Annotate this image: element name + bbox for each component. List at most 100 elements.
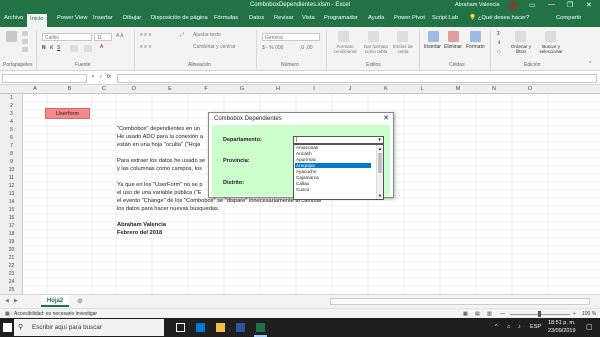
- scroll-down-icon[interactable]: ▼: [378, 193, 382, 198]
- add-sheet-icon[interactable]: ⊕: [77, 297, 83, 305]
- horizontal-scrollbar[interactable]: [330, 298, 590, 305]
- tab-revisar[interactable]: Revisar: [274, 15, 294, 21]
- row-header[interactable]: 18: [0, 231, 23, 237]
- fx-icon[interactable]: fx: [107, 74, 111, 80]
- normal-view-icon[interactable]: ▦: [463, 311, 468, 317]
- font-color-icon[interactable]: A: [100, 44, 103, 50]
- row-header[interactable]: 6: [0, 135, 23, 141]
- tray-chevron-icon[interactable]: ^: [495, 324, 498, 330]
- row-header[interactable]: 17: [0, 223, 23, 229]
- col-header[interactable]: J: [332, 86, 368, 92]
- scroll-up-icon[interactable]: ▲: [378, 146, 382, 151]
- cond-format-button[interactable]: Formato condicional: [330, 44, 360, 54]
- taskbar-search-input[interactable]: Escribir aquí para buscar: [14, 319, 164, 336]
- format-painter-icon[interactable]: [22, 47, 28, 52]
- find-select-icon[interactable]: [545, 31, 556, 42]
- col-header[interactable]: O: [512, 86, 548, 92]
- col-header[interactable]: N: [476, 86, 512, 92]
- sort-filter-icon[interactable]: [515, 31, 526, 42]
- paste-icon[interactable]: [6, 31, 17, 42]
- grow-font-icon[interactable]: A A: [116, 33, 124, 39]
- row-header[interactable]: 21: [0, 255, 23, 261]
- row-header[interactable]: 25: [0, 287, 23, 293]
- zoom-level[interactable]: 100 %: [582, 311, 596, 317]
- col-header[interactable]: H: [260, 86, 296, 92]
- notifications-icon[interactable]: ▢: [586, 323, 593, 331]
- list-item[interactable]: Amazonas: [296, 145, 318, 150]
- col-header[interactable]: C: [92, 86, 116, 92]
- confirm-entry-icon[interactable]: ✓: [99, 74, 103, 80]
- font-name-select[interactable]: Calibri: [42, 33, 92, 41]
- cut-icon[interactable]: [22, 31, 28, 36]
- tab-ayuda[interactable]: Ayuda: [368, 15, 384, 21]
- number-format-select[interactable]: General: [262, 33, 320, 41]
- user-name[interactable]: Abraham Valencia: [455, 2, 500, 8]
- row-header[interactable]: 12: [0, 183, 23, 189]
- task-view-icon[interactable]: [176, 323, 185, 332]
- insert-button[interactable]: Insertar: [424, 44, 441, 50]
- list-item-selected[interactable]: Arequipa: [295, 163, 371, 168]
- zoom-out-icon[interactable]: —: [500, 311, 505, 317]
- col-header[interactable]: L: [404, 86, 440, 92]
- row-header[interactable]: 3: [0, 111, 23, 117]
- row-header[interactable]: 16: [0, 215, 23, 221]
- list-item[interactable]: Cajamarca: [296, 175, 319, 180]
- edge-icon[interactable]: [196, 323, 205, 332]
- excel-icon[interactable]: [256, 323, 265, 332]
- decimal-icon[interactable]: ,0 ,00: [300, 45, 313, 51]
- language-indicator[interactable]: ESP: [530, 324, 541, 330]
- insert-icon[interactable]: [428, 31, 439, 42]
- clear-icon[interactable]: ◇: [497, 49, 501, 55]
- currency-icon[interactable]: $ - % 000: [262, 45, 283, 51]
- table-format-icon[interactable]: [368, 31, 379, 42]
- dropdown-scrollbar[interactable]: ▲ ▼: [376, 145, 383, 199]
- col-header[interactable]: K: [368, 86, 404, 92]
- bold-icon[interactable]: N: [42, 45, 46, 51]
- delete-icon[interactable]: [448, 31, 459, 42]
- row-header[interactable]: 5: [0, 127, 23, 133]
- tab-power-view[interactable]: Power View: [57, 15, 88, 21]
- sort-filter-button[interactable]: Ordenar y filtrar: [509, 44, 533, 54]
- word-icon[interactable]: [236, 323, 245, 332]
- name-box[interactable]: [2, 74, 87, 83]
- row-header[interactable]: 22: [0, 263, 23, 269]
- col-header[interactable]: D: [116, 86, 152, 92]
- list-item[interactable]: Ayacucho: [296, 169, 317, 174]
- volume-icon[interactable]: ♪: [518, 324, 521, 330]
- restore-icon[interactable]: ❐: [567, 1, 573, 9]
- align-top-icon[interactable]: ≡ ≡ ≡: [140, 32, 152, 38]
- fill-color-icon[interactable]: [84, 45, 92, 52]
- row-header[interactable]: 7: [0, 143, 23, 149]
- row-header[interactable]: 8: [0, 151, 23, 157]
- share-button[interactable]: Compartir: [556, 15, 581, 21]
- clock-time[interactable]: 18:51 p. m.: [548, 320, 576, 326]
- copy-icon[interactable]: [22, 39, 28, 44]
- row-header[interactable]: 1: [0, 95, 23, 101]
- scroll-thumb[interactable]: [378, 153, 382, 173]
- tab-archivo[interactable]: Archivo: [4, 15, 23, 21]
- cell-styles-icon[interactable]: [397, 31, 408, 42]
- cond-format-icon[interactable]: [338, 31, 349, 42]
- tab-vista[interactable]: Vista: [302, 15, 315, 21]
- formula-input[interactable]: [117, 74, 597, 83]
- row-header[interactable]: 23: [0, 271, 23, 277]
- page-break-icon[interactable]: ▥: [487, 311, 492, 317]
- network-icon[interactable]: ⌂: [507, 324, 510, 330]
- row-header[interactable]: 19: [0, 239, 23, 245]
- tab-formulas[interactable]: Fórmulas: [214, 15, 238, 21]
- row-header[interactable]: 2: [0, 103, 23, 109]
- tab-datos[interactable]: Datos: [249, 15, 264, 21]
- col-header[interactable]: M: [440, 86, 476, 92]
- wrap-text-button[interactable]: Ajustar texto: [193, 32, 221, 38]
- list-item[interactable]: Callao: [296, 181, 309, 186]
- cell-styles-button[interactable]: Estilos de celda: [392, 44, 414, 54]
- tab-inicio[interactable]: Inicio: [27, 14, 47, 27]
- format-icon[interactable]: [470, 31, 481, 42]
- tab-script-lab[interactable]: Script Lab: [432, 15, 458, 21]
- ribbon-display-icon[interactable]: ▭: [529, 1, 536, 9]
- orientation-icon[interactable]: ⤢: [180, 32, 184, 38]
- col-header[interactable]: E: [152, 86, 188, 92]
- col-header[interactable]: A: [23, 86, 47, 92]
- row-header[interactable]: 15: [0, 207, 23, 213]
- fill-icon[interactable]: ⬇: [497, 40, 501, 46]
